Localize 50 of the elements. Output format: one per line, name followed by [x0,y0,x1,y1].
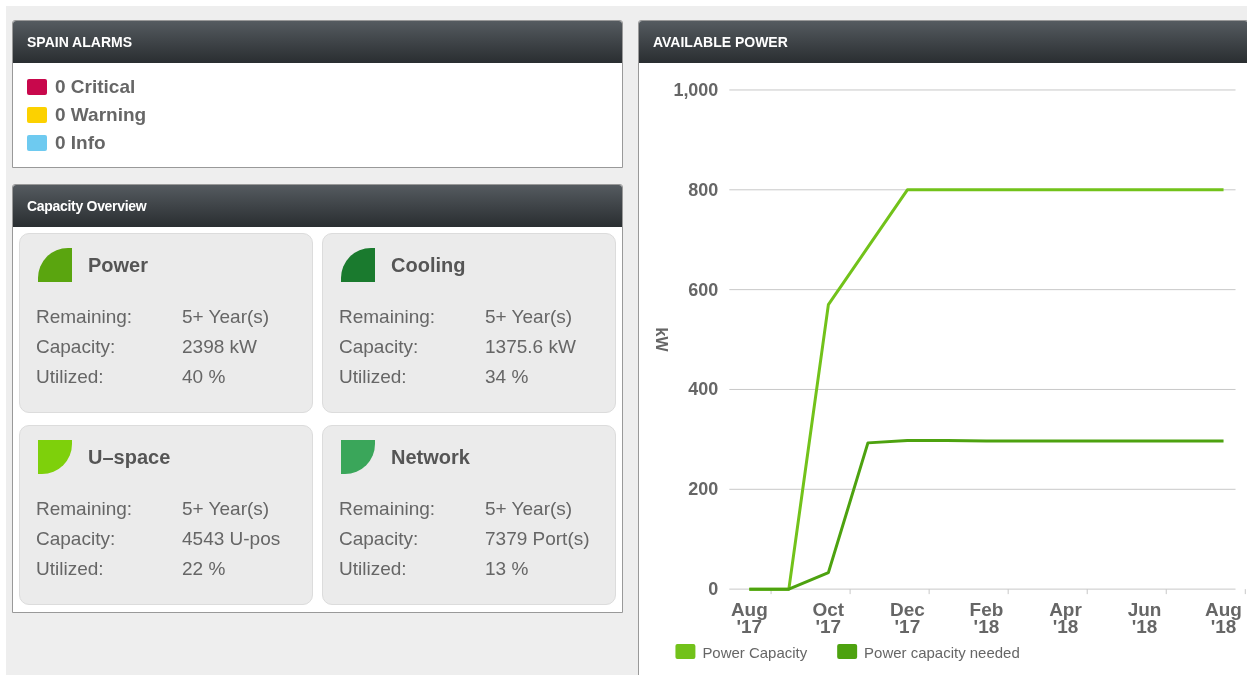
metric-value: 34 % [485,365,530,389]
alarm-count: 0 Warning [55,102,147,127]
y-axis-title: kW [653,327,671,352]
metric-value: 40 % [182,365,227,389]
metric-value: 5+ Year(s) [182,497,271,521]
legend-label: Power capacity needed [864,644,1020,662]
card-title: Network [391,445,470,470]
metric-label: Capacity: [36,527,117,551]
metric-label: Remaining: [339,497,437,521]
metric-value: 22 % [182,557,227,581]
metric-label: Utilized: [36,557,105,581]
y-axis-label: 200 [688,479,719,500]
metric-value: 7379 Port(s) [485,527,591,551]
metric-value: 5+ Year(s) [485,305,574,329]
metric-label: Utilized: [339,557,408,581]
metric-label: Remaining: [36,497,134,521]
x-axis-label: Oct '17 [812,599,845,638]
panel-title: Capacity Overview [27,196,147,216]
metric-label: Utilized: [339,365,408,389]
metric-value: 4543 U-pos [182,527,282,551]
y-axis-label: 1,000 [673,79,719,100]
metric-label: Utilized: [36,365,105,389]
metric-label: Capacity: [36,335,117,359]
metric-value: 1375.6 kW [485,335,577,359]
x-axis-label: Apr '18 [1049,599,1082,638]
x-axis-label: Dec '17 [890,599,925,638]
metric-label: Capacity: [339,335,420,359]
x-axis-label: Aug '18 [1205,599,1242,638]
metric-label: Capacity: [339,527,420,551]
metric-label: Remaining: [339,305,437,329]
x-axis-label: Jun '18 [1127,599,1162,638]
panel-title: SPAIN ALARMS [27,32,132,52]
alarm-count: 0 Critical [55,74,136,99]
card-title: Power [88,253,149,278]
alarm-count: 0 Info [55,130,106,155]
metric-value: 13 % [485,557,530,581]
y-axis-label: 800 [688,179,719,200]
y-axis-label: 400 [688,379,719,400]
metric-value: 5+ Year(s) [485,497,574,521]
card-title: Cooling [391,253,466,278]
x-axis-label: Aug '17 [730,599,768,638]
metric-label: Remaining: [36,305,134,329]
panel-title: AVAILABLE POWER [653,32,788,52]
card-title: U–space [88,445,171,470]
y-axis-label: 600 [688,279,719,300]
y-axis-label: 0 [708,579,719,600]
metric-value: 5+ Year(s) [182,305,271,329]
metric-value: 2398 kW [182,335,258,359]
legend-label: Power Capacity [702,644,808,662]
x-axis-label: Feb '18 [969,599,1004,638]
